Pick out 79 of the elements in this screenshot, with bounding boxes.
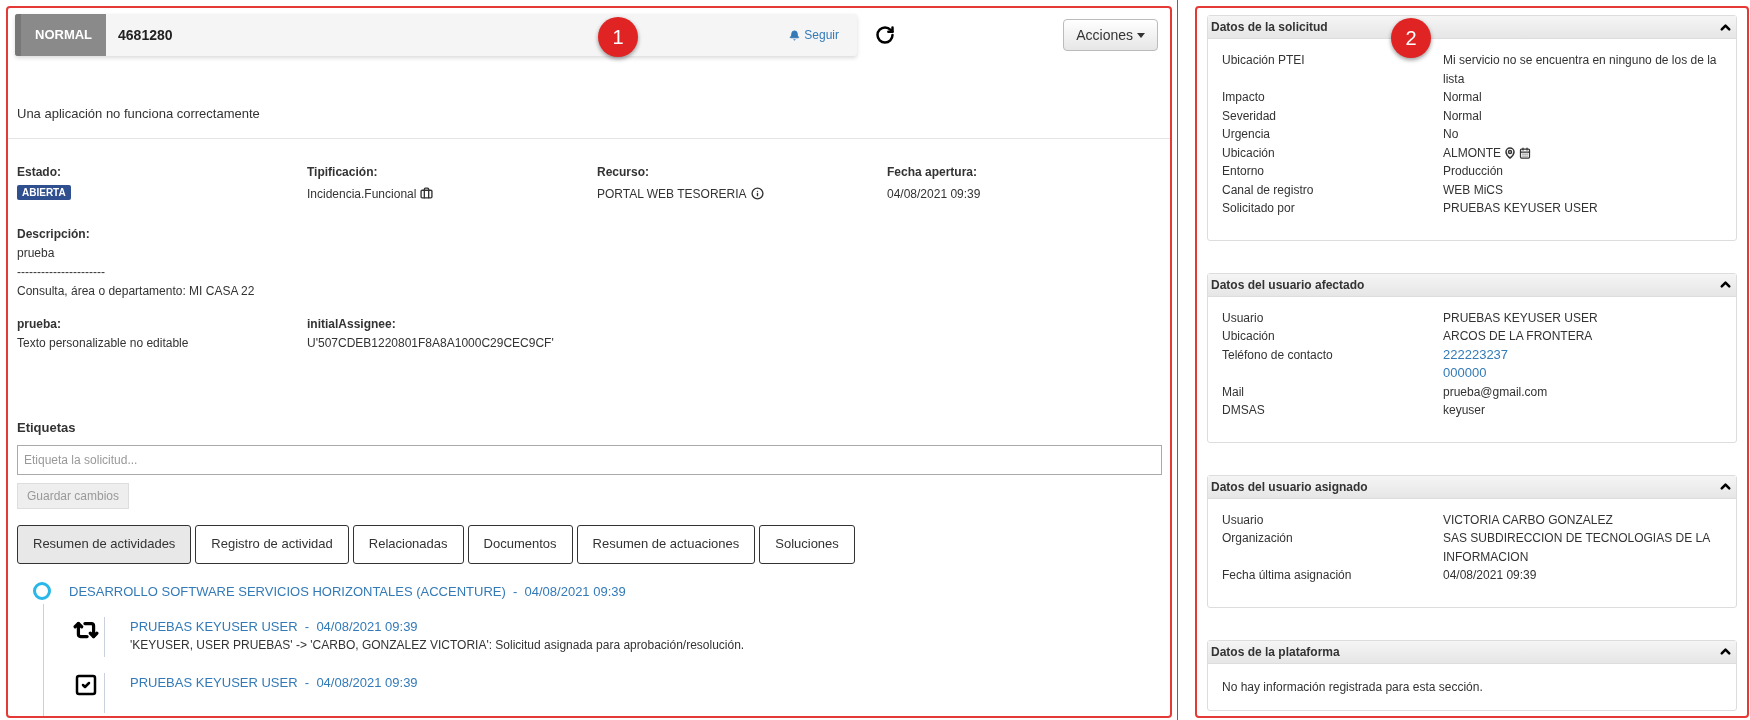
section-title: Datos de la solicitud bbox=[1211, 19, 1328, 36]
caret-icon bbox=[1137, 32, 1145, 38]
field-value: U'507CDEB1220801F8A8A1000C29CEC9CF' bbox=[307, 334, 555, 352]
briefcase-icon bbox=[420, 187, 434, 200]
field-label: Estado: bbox=[17, 163, 61, 181]
info-value: Mi servicio no se encuentra en ninguno de los de la lista bbox=[1443, 52, 1718, 88]
info-label: Impacto bbox=[1222, 89, 1266, 106]
info-value: SAS SUBDIRECCION DE TECNOLOGIAS DE LA INFORMACION bbox=[1443, 530, 1711, 566]
info-label: Mail bbox=[1222, 383, 1245, 401]
field-label: initialAssignee: bbox=[307, 315, 396, 333]
section-title: Datos de la plataforma bbox=[1211, 643, 1340, 661]
field-label: Fecha apertura: bbox=[887, 163, 978, 181]
field-value: Texto personalizable no editable bbox=[17, 334, 190, 352]
info-value: PRUEBAS KEYUSER USER bbox=[1443, 200, 1598, 217]
info-value: keyuser bbox=[1443, 402, 1486, 419]
info-value: ARCOS DE LA FRONTERA bbox=[1443, 328, 1593, 345]
info-value: PRUEBAS KEYUSER USER bbox=[1443, 309, 1598, 327]
field-value: 04/08/2021 09:39 bbox=[887, 185, 981, 203]
info-value: WEB MiCS bbox=[1443, 181, 1503, 199]
info-label: Teléfono de contacto bbox=[1222, 346, 1334, 364]
follow-link[interactable]: Seguir bbox=[789, 26, 839, 44]
field-label: prueba: bbox=[17, 315, 61, 333]
bell-icon bbox=[789, 29, 801, 41]
info-label: Usuario bbox=[1222, 511, 1265, 529]
tags-label: Etiquetas bbox=[17, 419, 76, 435]
description-line: ---------------------- bbox=[17, 263, 105, 281]
info-value: prueba@gmail.com bbox=[1443, 383, 1548, 401]
info-label: Severidad bbox=[1222, 107, 1278, 125]
info-label: Solicitado por bbox=[1222, 200, 1296, 217]
request-number: 4681280 bbox=[118, 25, 173, 45]
tab[interactable]: Documentos bbox=[467, 524, 573, 564]
info-label: Ubicación bbox=[1222, 328, 1276, 345]
field-value: Incidencia.Funcional bbox=[307, 185, 417, 203]
phone-link[interactable]: 000000 bbox=[1443, 364, 1487, 383]
info-value: Normal bbox=[1443, 89, 1482, 106]
refresh-icon bbox=[875, 25, 895, 45]
info-value: VICTORIA CARBO GONZALEZ bbox=[1443, 511, 1613, 529]
field-label: Descripción: bbox=[17, 225, 91, 243]
description-line: Consulta, área o departamento: MI CASA 22 bbox=[17, 282, 255, 300]
section-title: Datos del usuario asignado bbox=[1211, 478, 1368, 496]
info-label: Usuario bbox=[1222, 309, 1265, 327]
info-label: Canal de registro bbox=[1222, 181, 1315, 199]
field-label: Tipificación: bbox=[307, 163, 378, 181]
activity-author-link[interactable]: PRUEBAS KEYUSER USER - 04/08/2021 09:39 bbox=[130, 673, 418, 692]
checkbox-icon bbox=[73, 673, 98, 697]
section-title: Datos del usuario afectado bbox=[1211, 276, 1365, 294]
info-value: Producción bbox=[1443, 163, 1504, 180]
info-label: Ubicación PTEI bbox=[1222, 52, 1306, 69]
tab[interactable]: Soluciones bbox=[759, 524, 855, 564]
status-badge: ABIERTA bbox=[17, 184, 71, 200]
tab[interactable]: Registro de actividad bbox=[195, 524, 349, 564]
info-label: Fecha última asignación bbox=[1222, 567, 1353, 584]
tags-input-field[interactable]: Etiqueta la solicitud... bbox=[17, 444, 1162, 475]
empty-message: No hay información registrada para esta sección. bbox=[1221, 678, 1484, 696]
info-value: No bbox=[1443, 126, 1459, 143]
map-pin-icon bbox=[1504, 146, 1516, 159]
tab[interactable]: Resumen de actuaciones bbox=[576, 524, 756, 564]
info-label: Organización bbox=[1222, 530, 1294, 547]
request-summary: Una aplicación no funciona correctamente bbox=[17, 105, 261, 123]
field-value: PORTAL WEB TESORERIA bbox=[597, 185, 747, 203]
info-label: Ubicación bbox=[1222, 144, 1276, 162]
info-label: DMSAS bbox=[1222, 402, 1266, 419]
phone-link[interactable]: 222223237 bbox=[1443, 345, 1509, 364]
priority-label: NORMAL bbox=[15, 14, 107, 56]
info-label: Entorno bbox=[1222, 163, 1266, 180]
field-label: Recurso: bbox=[597, 163, 649, 181]
info-value: Normal bbox=[1443, 107, 1482, 125]
calendar-icon bbox=[1519, 146, 1531, 159]
info-value: ALMONTE bbox=[1443, 144, 1501, 162]
info-icon bbox=[750, 187, 764, 200]
info-label: Urgencia bbox=[1222, 126, 1272, 143]
actions-button[interactable]: Acciones bbox=[1063, 19, 1158, 51]
description-line: prueba bbox=[17, 244, 55, 262]
activity-text: 'KEYUSER, USER PRUEBAS' -> 'CARBO, GONZALEZ VICTORIA': Solicitud asignada para aprobación/resolución. bbox=[130, 637, 745, 654]
activity-author-link[interactable]: PRUEBAS KEYUSER USER - 04/08/2021 09:39 bbox=[130, 617, 418, 636]
group-link[interactable]: DESARROLLO SOFTWARE SERVICIOS HORIZONTALES (ACCENTURE) - 04/08/2021 09:39 bbox=[69, 581, 626, 601]
info-value: 04/08/2021 09:39 bbox=[1443, 567, 1537, 584]
tab[interactable]: Resumen de actividades bbox=[17, 524, 192, 564]
tab[interactable]: Relacionadas bbox=[352, 524, 464, 564]
